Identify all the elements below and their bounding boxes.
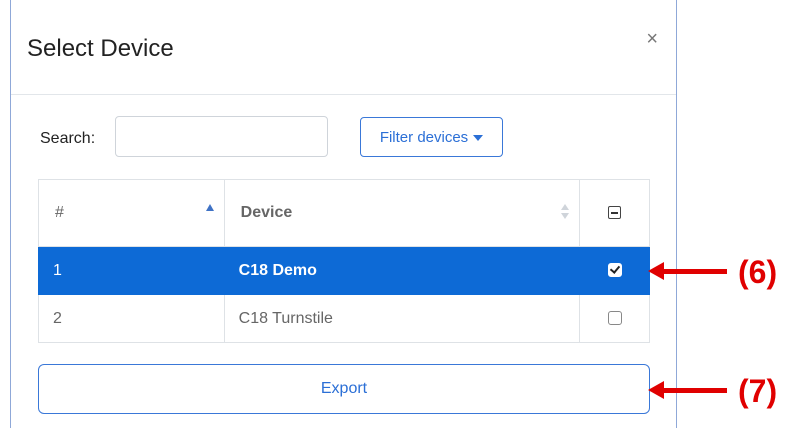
- annotation-arrow-line: [662, 388, 727, 393]
- sort-ascending-icon: [205, 204, 214, 211]
- caret-down-icon: [473, 135, 484, 141]
- modal-header: Select Device ×: [11, 0, 676, 95]
- row-checkbox[interactable]: [607, 311, 622, 326]
- table-row[interactable]: 2 C18 Turnstile: [38, 294, 650, 343]
- annotation-label: (6): [738, 254, 778, 290]
- filter-devices-label: Filter devices: [379, 128, 469, 146]
- search-input[interactable]: [115, 116, 328, 157]
- annotation-arrow-line: [662, 269, 727, 274]
- row-checkbox[interactable]: [607, 263, 622, 278]
- row-device-cell: C18 Turnstile: [223, 294, 581, 343]
- select-all-checkbox[interactable]: [608, 206, 622, 220]
- select-device-modal: Select Device × Search: Filter devices #…: [10, 0, 677, 428]
- column-header-device-label: Device: [240, 204, 293, 221]
- row-checkbox-cell: [579, 246, 650, 295]
- filter-devices-button[interactable]: Filter devices: [360, 117, 503, 157]
- table-header-row: # Device: [38, 179, 650, 247]
- search-label: Search:: [40, 130, 96, 147]
- column-header-number-label: #: [55, 204, 64, 221]
- table-row[interactable]: 1 C18 Demo: [38, 246, 650, 295]
- modal-title: Select Device: [27, 35, 174, 62]
- sort-icon: [561, 204, 570, 222]
- column-header-device[interactable]: Device: [223, 179, 581, 247]
- column-header-number[interactable]: #: [38, 179, 225, 247]
- row-device-cell: C18 Demo: [223, 246, 581, 295]
- row-number-cell: 1: [38, 246, 225, 295]
- annotation-label: (7): [738, 373, 778, 409]
- devices-table: # Device 1 C18 Demo 2 C18 Turnstile: [38, 179, 650, 343]
- column-header-select-all: [579, 179, 650, 247]
- close-icon[interactable]: ×: [646, 29, 658, 49]
- export-button[interactable]: Export: [38, 364, 650, 414]
- row-checkbox-cell: [579, 294, 650, 343]
- row-number-cell: 2: [38, 294, 225, 343]
